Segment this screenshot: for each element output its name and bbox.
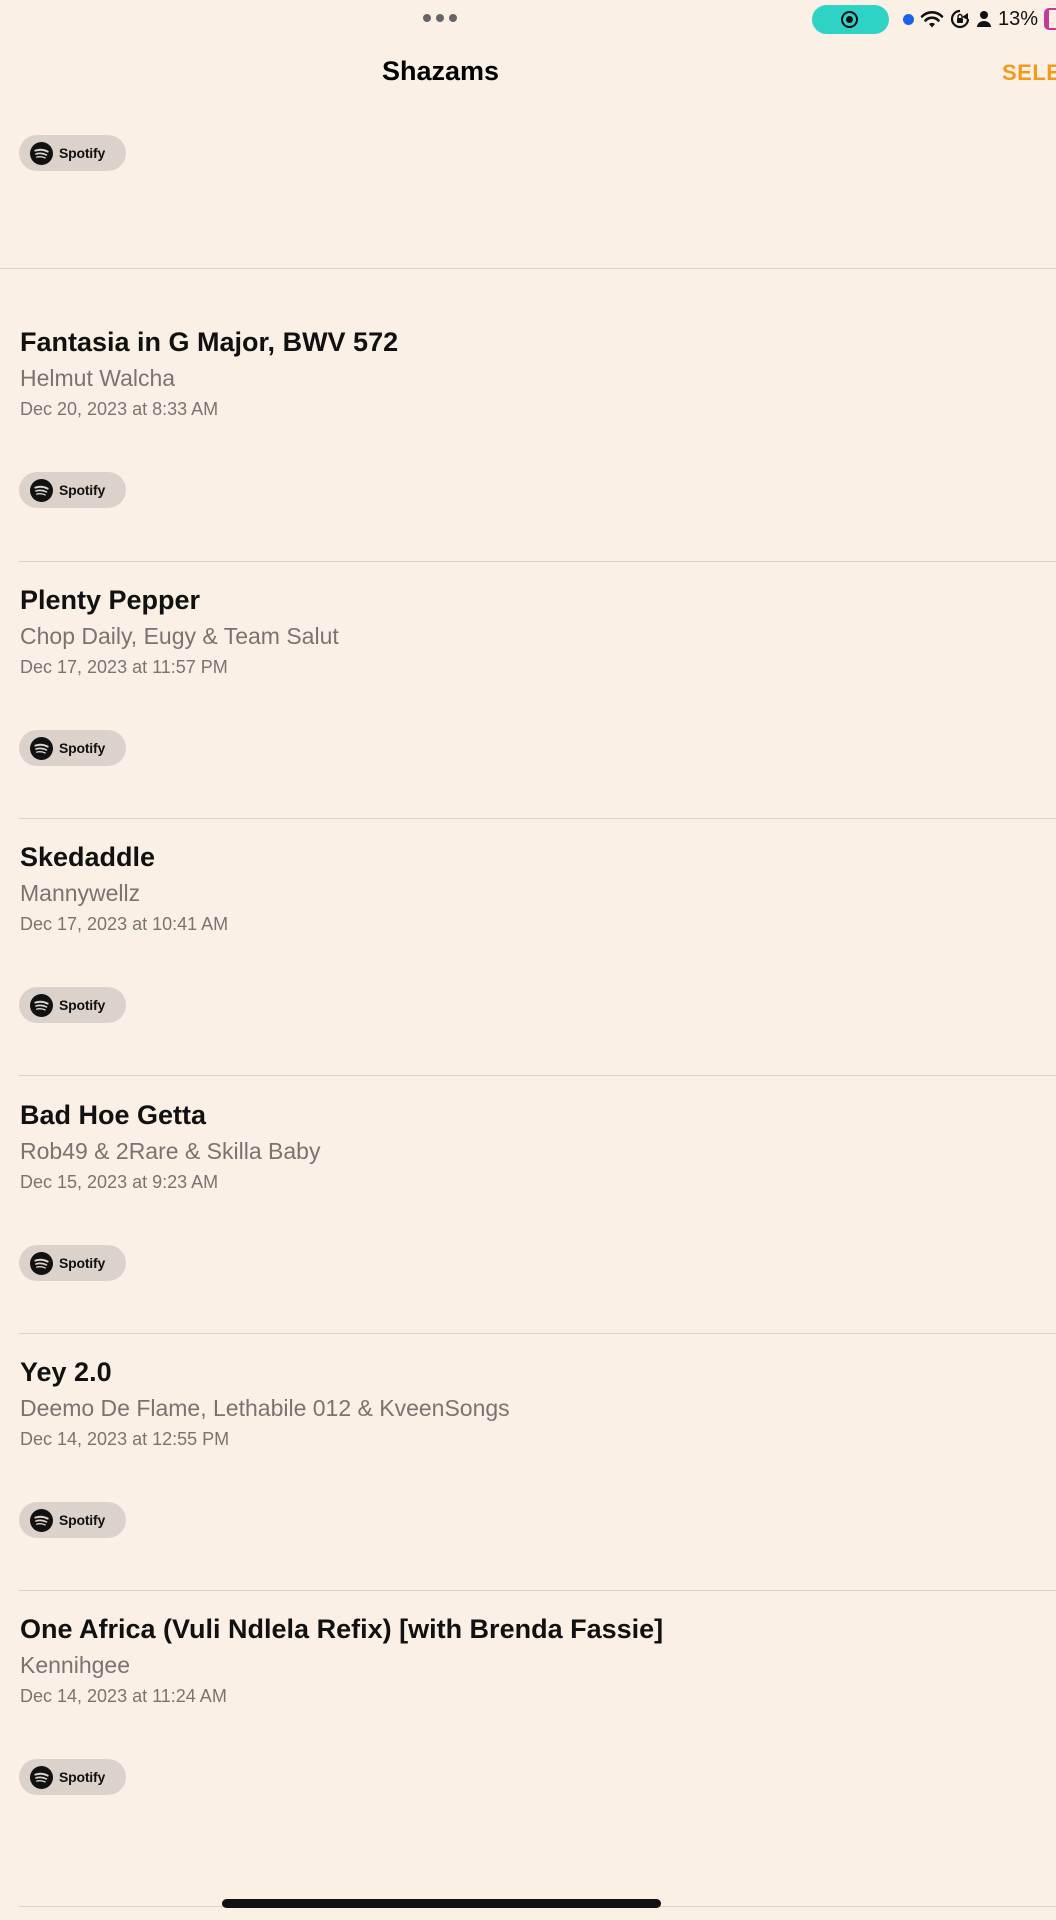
track-date: Dec 14, 2023 at 11:24 AM [20, 1686, 227, 1706]
track-artist: Mannywellz [20, 880, 141, 906]
divider [19, 1333, 1056, 1334]
spotify-button[interactable]: Spotify [19, 1502, 126, 1538]
spotify-button[interactable]: Spotify [19, 472, 126, 508]
divider [19, 818, 1056, 819]
spotify-label: Spotify [59, 482, 106, 498]
track-row[interactable]: Yey 2.0 Deemo De Flame, Lethabile 012 & … [0, 1357, 1056, 1615]
spotify-button[interactable]: Spotify [19, 1245, 126, 1281]
status-icons: 13% [902, 8, 1056, 30]
track-artist: Rob49 & 2Rare & Skilla Baby [20, 1138, 321, 1164]
spotify-icon [30, 478, 53, 502]
track-date: Dec 17, 2023 at 10:41 AM [20, 914, 229, 934]
status-bar: 13% [0, 0, 1056, 40]
battery-icon [1044, 8, 1056, 30]
battery-percentage: 13% [997, 8, 1038, 30]
spotify-label: Spotify [59, 997, 106, 1013]
track-date: Dec 15, 2023 at 9:23 AM [20, 1172, 219, 1192]
spotify-icon [30, 1508, 53, 1532]
spotify-label: Spotify [59, 1769, 106, 1785]
track-title: Yey 2.0 [20, 1357, 112, 1387]
track-date: Dec 14, 2023 at 12:55 PM [20, 1429, 230, 1449]
track-row[interactable]: Bad Hoe Getta Rob49 & 2Rare & Skilla Bab… [0, 1100, 1056, 1358]
track-row[interactable]: Plenty Pepper Chop Daily, Eugy & Team Sa… [0, 585, 1056, 843]
select-button[interactable]: SELE [1002, 60, 1056, 86]
track-title: Plenty Pepper [20, 585, 201, 615]
track-artist: Chop Daily, Eugy & Team Salut [20, 623, 339, 649]
spotify-button[interactable]: Spotify [19, 135, 126, 171]
track-artist: Kennihgee [20, 1652, 130, 1678]
track-title: One Africa (Vuli Ndlela Refix) [with Bre… [20, 1614, 664, 1644]
multitask-dots-icon[interactable] [423, 14, 457, 22]
divider [0, 268, 1056, 269]
divider [19, 1075, 1056, 1076]
wifi-icon [920, 11, 944, 28]
track-title: Fantasia in G Major, BWV 572 [20, 327, 399, 357]
track-date: Dec 20, 2023 at 8:33 AM [20, 399, 219, 419]
track-row[interactable]: Fantasia in G Major, BWV 572 Helmut Walc… [0, 327, 1056, 585]
location-dot-icon [902, 13, 914, 25]
spotify-label: Spotify [59, 145, 106, 161]
track-title: Bad Hoe Getta [20, 1100, 207, 1130]
spotify-icon [30, 993, 53, 1017]
spotify-icon [30, 141, 53, 165]
spotify-icon [30, 1765, 53, 1789]
track-title: Skedaddle [20, 842, 156, 872]
track-row[interactable]: Skedaddle Mannywellz Dec 17, 2023 at 10:… [0, 842, 1056, 1100]
track-row[interactable]: One Africa (Vuli Ndlela Refix) [with Bre… [0, 1614, 1056, 1872]
spotify-label: Spotify [59, 740, 106, 756]
home-indicator[interactable] [222, 1899, 661, 1908]
divider [19, 1590, 1056, 1591]
page-title: Shazams [381, 56, 500, 86]
spotify-label: Spotify [59, 1255, 106, 1271]
person-icon [976, 11, 991, 27]
screen-record-icon[interactable] [812, 5, 889, 34]
nav-bar: Shazams SELE [0, 40, 1056, 108]
orientation-lock-icon [950, 9, 970, 29]
spotify-icon [30, 736, 53, 760]
spotify-icon [30, 1251, 53, 1275]
track-artist: Deemo De Flame, Lethabile 012 & KveenSon… [20, 1395, 510, 1421]
divider [19, 561, 1056, 562]
spotify-button[interactable]: Spotify [19, 1759, 126, 1795]
spotify-button[interactable]: Spotify [19, 987, 126, 1023]
spotify-label: Spotify [59, 1512, 106, 1528]
spotify-button[interactable]: Spotify [19, 730, 126, 766]
track-artist: Helmut Walcha [20, 365, 176, 391]
track-date: Dec 17, 2023 at 11:57 PM [20, 657, 228, 677]
